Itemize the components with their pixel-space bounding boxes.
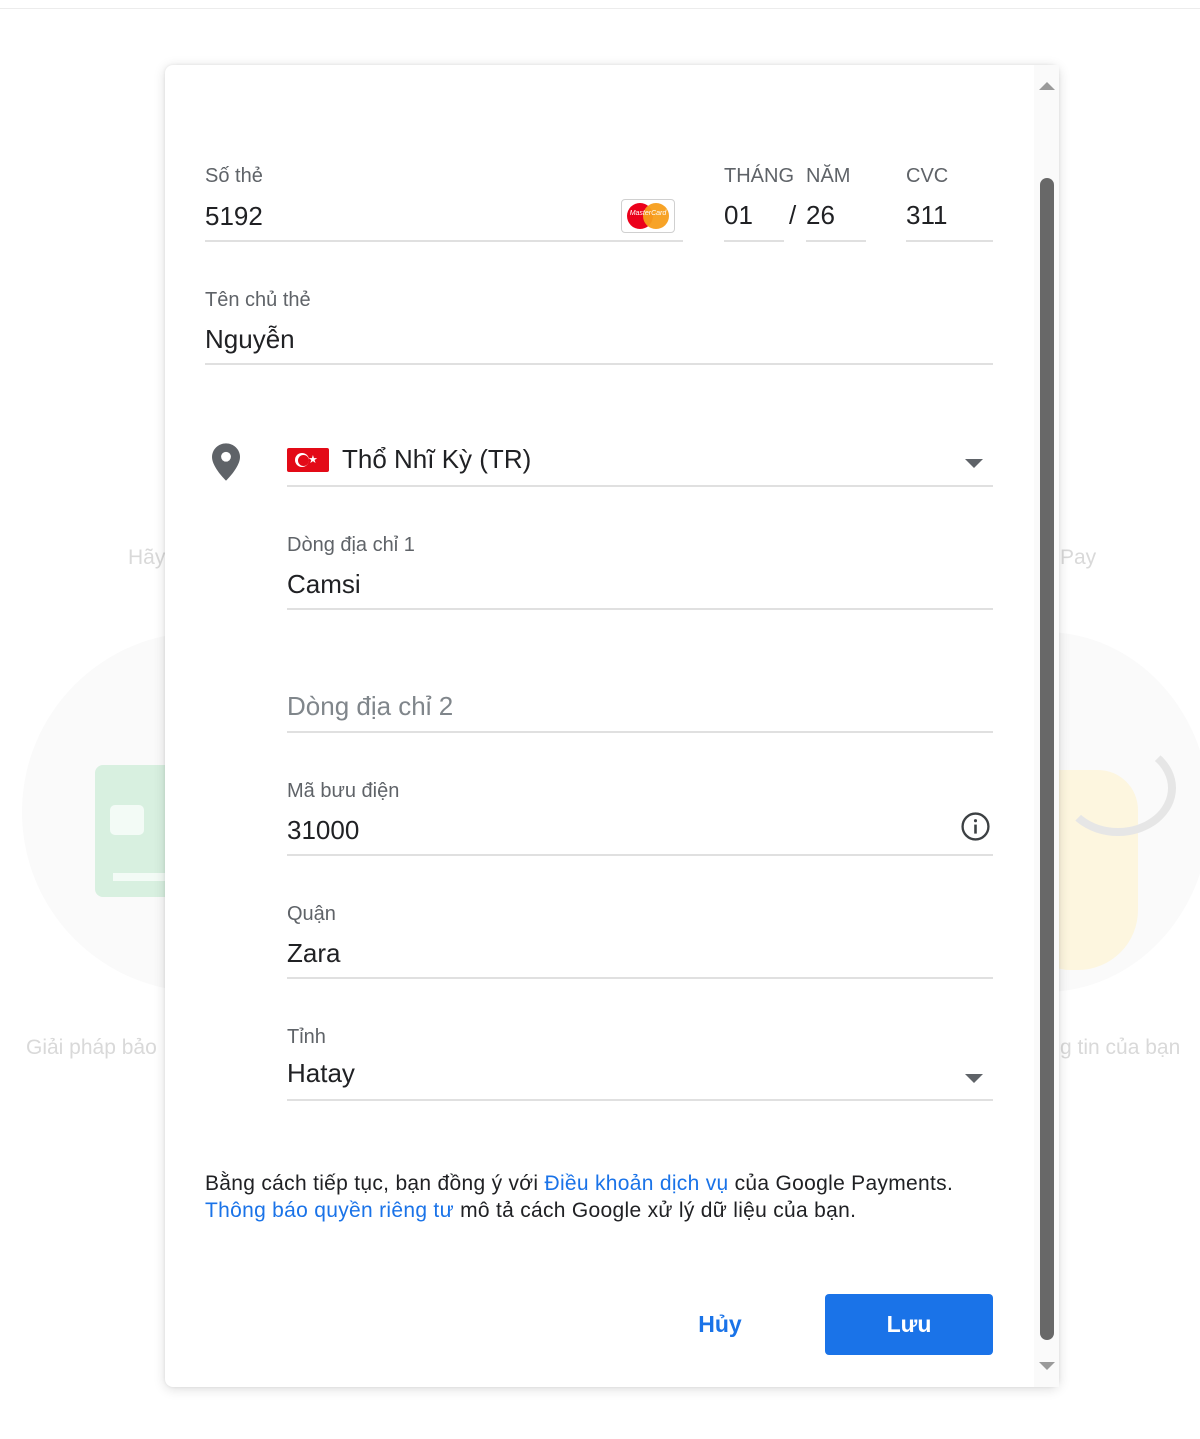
terms-notice-text-2: của Google Payments. [728,1172,954,1195]
turkey-flag-icon: ★ [287,448,329,472]
background-caption-left: Giải pháp bảo [26,1036,157,1059]
cardholder-name-input[interactable]: Nguyễn [205,324,295,355]
background-heading-right: Pay [1060,546,1097,569]
background-card-chip [110,805,144,835]
province-select-value[interactable]: Hatay [287,1058,355,1089]
expiry-year-underline [806,240,866,242]
expiry-year-label: NĂM [806,165,851,187]
mastercard-icon: MasterCard [621,199,675,233]
postal-code-input[interactable]: 31000 [287,815,359,846]
postal-code-label: Mã bưu điện [287,780,400,802]
expiry-year-input[interactable]: 26 [806,200,835,231]
address-line2-input[interactable]: Dòng địa chỉ 2 [287,691,453,722]
page-top-divider [0,8,1200,9]
terms-notice-text-3: mô tả cách Google xử lý dữ liệu của bạn. [453,1199,857,1222]
mastercard-brand-text: MasterCard [629,210,667,217]
card-number-label: Số thẻ [205,165,263,187]
country-dropdown-arrow-icon[interactable] [965,459,983,468]
terms-of-service-link[interactable]: Điều khoản dịch vụ [544,1172,728,1195]
country-underline [287,485,993,487]
district-underline [287,977,993,979]
background-heading-left: Hãy [128,546,166,569]
expiry-month-underline [724,240,784,242]
info-icon[interactable] [960,811,991,842]
province-label: Tỉnh [287,1026,326,1048]
expiry-separator: / [789,200,797,230]
province-dropdown-arrow-icon[interactable] [965,1074,983,1083]
cvc-input[interactable]: 311 [906,200,947,231]
expiry-month-label: THÁNG [724,165,794,187]
cancel-button[interactable]: Hủy [680,1294,760,1354]
postal-code-underline [287,854,993,856]
terms-notice: Bằng cách tiếp tục, bạn đồng ý với Điều … [205,1170,985,1224]
cardholder-name-underline [205,363,993,365]
card-number-input[interactable]: 5192 [205,201,263,232]
dialog-scrollbar-thumb[interactable] [1040,178,1054,1340]
district-label: Quận [287,903,336,925]
address-line1-input[interactable]: Camsi [287,569,361,600]
background-caption-right: g tin của bạn [1060,1036,1181,1059]
terms-notice-text-1: Bằng cách tiếp tục, bạn đồng ý với [205,1172,545,1195]
cvc-label: CVC [906,165,949,187]
cvc-underline [906,240,993,242]
background-person-hair [1060,740,1176,836]
province-underline [287,1099,993,1101]
country-select-value[interactable]: Thổ Nhĩ Kỳ (TR) [342,444,531,475]
privacy-notice-link[interactable]: Thông báo quyền riêng tư [205,1199,454,1222]
district-input[interactable]: Zara [287,938,340,969]
scroll-down-arrow-icon[interactable] [1039,1362,1055,1370]
cardholder-name-label: Tên chủ thẻ [205,289,311,311]
expiry-month-input[interactable]: 01 [724,200,753,231]
location-pin-icon [212,443,240,481]
card-number-underline [205,240,683,242]
save-button[interactable]: Lưu [825,1294,993,1355]
scroll-up-arrow-icon[interactable] [1039,82,1055,90]
address-line1-label: Dòng địa chỉ 1 [287,534,415,556]
address-line2-underline [287,731,993,733]
address-line1-underline [287,608,993,610]
